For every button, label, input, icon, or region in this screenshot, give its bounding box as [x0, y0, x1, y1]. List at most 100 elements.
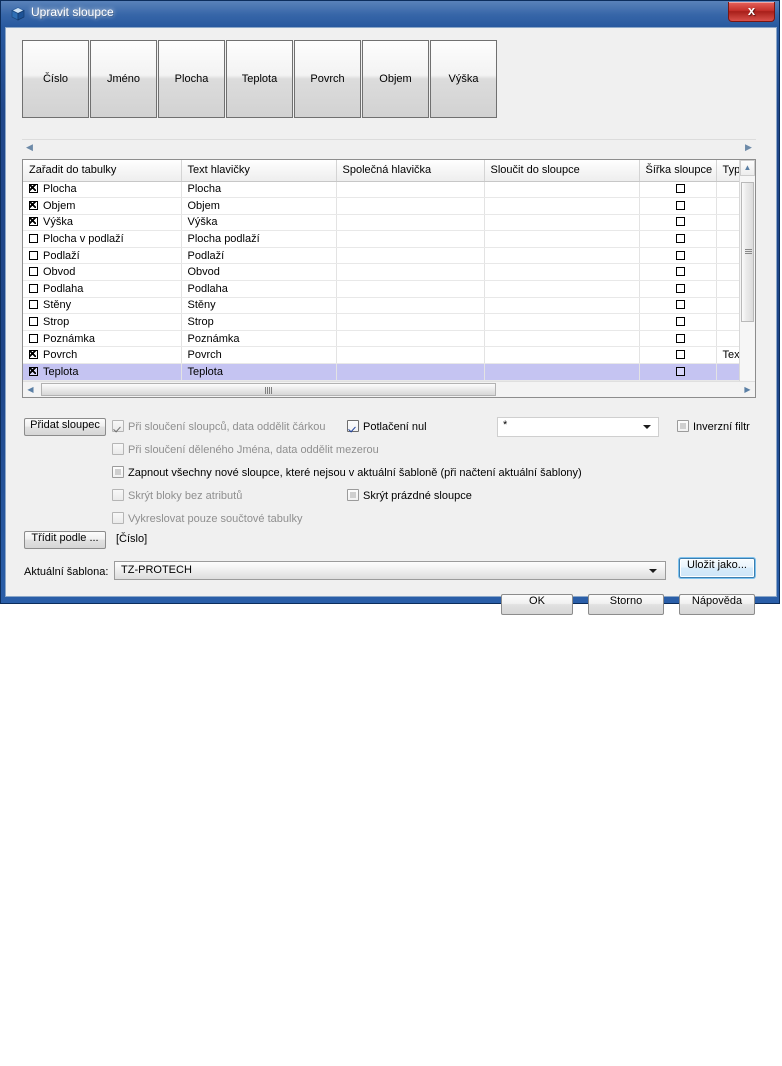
cell-merge-into[interactable]: [484, 181, 640, 199]
scroll-left-icon[interactable]: ◀: [24, 142, 35, 153]
cell-common-header[interactable]: [336, 181, 485, 199]
col-header-merge-into[interactable]: Sloučit do sloupce: [484, 160, 640, 182]
include-checkbox[interactable]: [29, 200, 38, 210]
cell-common-header[interactable]: [336, 330, 485, 348]
cell-merge-into[interactable]: [484, 297, 640, 315]
cell-header-text[interactable]: Stěny: [181, 297, 337, 315]
cell-common-header[interactable]: [336, 230, 485, 248]
cell-common-header[interactable]: [336, 313, 485, 331]
include-checkbox[interactable]: [29, 234, 38, 244]
scroll-right-icon[interactable]: ▶: [743, 142, 754, 153]
cell-include[interactable]: Teplota: [23, 363, 182, 381]
cell-header-text[interactable]: Teplota: [181, 363, 337, 381]
cell-include[interactable]: Podlaha: [23, 280, 182, 298]
cell-merge-into[interactable]: [484, 363, 640, 381]
cell-common-header[interactable]: [336, 297, 485, 315]
title-bar[interactable]: Upravit sloupce x: [1, 1, 779, 27]
option-only-sum-tables[interactable]: Vykreslovat pouze součtové tabulky: [112, 512, 302, 525]
scroll-right-icon[interactable]: ▶: [740, 382, 755, 397]
cell-merge-into[interactable]: [484, 280, 640, 298]
cell-include[interactable]: Objem: [23, 197, 182, 215]
column-width-checkbox[interactable]: [676, 184, 685, 194]
cell-header-text[interactable]: Strop: [181, 313, 337, 331]
scroll-up-icon[interactable]: ▲: [740, 160, 755, 176]
column-width-checkbox[interactable]: [676, 333, 685, 343]
cell-include[interactable]: Plocha: [23, 181, 182, 199]
column-button-cislo[interactable]: Číslo: [22, 40, 89, 118]
table-row[interactable]: Objem Objem: [23, 197, 741, 215]
cell-merge-into[interactable]: [484, 214, 640, 232]
cell-column-width[interactable]: [639, 230, 717, 248]
cell-type[interactable]: [716, 280, 741, 298]
cell-common-header[interactable]: [336, 247, 485, 265]
cell-type[interactable]: [716, 363, 741, 381]
cell-header-text[interactable]: Povrch: [181, 346, 337, 365]
column-width-checkbox[interactable]: [676, 350, 685, 360]
cell-header-text[interactable]: Podlaha: [181, 280, 337, 298]
cell-type[interactable]: [716, 214, 741, 232]
cell-merge-into[interactable]: [484, 313, 640, 331]
cell-include[interactable]: Povrch: [23, 346, 182, 365]
column-bar-scrollbar[interactable]: ◀ ▶: [22, 139, 756, 154]
option-merge-name-space[interactable]: Při sloučení děleného Jména, data odděli…: [112, 443, 379, 456]
column-width-checkbox[interactable]: [676, 200, 685, 210]
option-hide-empty-columns[interactable]: Skrýt prázdné sloupce: [347, 489, 472, 502]
cell-type[interactable]: [716, 181, 741, 199]
cell-header-text[interactable]: Výška: [181, 214, 337, 232]
grid-horizontal-scrollbar[interactable]: ◀ ▶: [23, 381, 755, 397]
table-row[interactable]: Teplota Teplota: [23, 363, 741, 381]
cell-include[interactable]: Poznámka: [23, 330, 182, 348]
cell-column-width[interactable]: [639, 297, 717, 315]
hide-empty-columns-checkbox[interactable]: [347, 489, 359, 501]
cell-merge-into[interactable]: [484, 230, 640, 248]
add-column-button[interactable]: Přidat sloupec: [24, 418, 106, 436]
cell-header-text[interactable]: Obvod: [181, 263, 337, 282]
cell-common-header[interactable]: [336, 280, 485, 298]
cell-column-width[interactable]: [639, 346, 717, 365]
column-button-teplota[interactable]: Teplota: [226, 40, 293, 118]
cell-include[interactable]: Stěny: [23, 297, 182, 315]
cell-header-text[interactable]: Objem: [181, 197, 337, 215]
cell-column-width[interactable]: [639, 263, 717, 282]
cell-type[interactable]: Text: [716, 346, 741, 365]
cell-merge-into[interactable]: [484, 346, 640, 365]
scroll-left-icon[interactable]: ◀: [23, 382, 38, 397]
enable-new-columns-checkbox[interactable]: [112, 466, 124, 478]
filter-combobox[interactable]: *: [497, 417, 659, 437]
column-width-checkbox[interactable]: [676, 283, 685, 293]
merge-comma-checkbox[interactable]: [112, 420, 124, 432]
cell-include[interactable]: Výška: [23, 214, 182, 232]
suppress-zeros-checkbox[interactable]: [347, 420, 359, 432]
cell-type[interactable]: [716, 230, 741, 248]
table-row[interactable]: Poznámka Poznámka: [23, 330, 741, 348]
cell-column-width[interactable]: [639, 247, 717, 265]
col-header-column-width[interactable]: Šířka sloupce: [639, 160, 717, 182]
column-width-checkbox[interactable]: [676, 300, 685, 310]
cell-column-width[interactable]: [639, 363, 717, 381]
table-row[interactable]: Obvod Obvod: [23, 263, 741, 282]
horizontal-scroll-thumb[interactable]: [41, 383, 496, 396]
option-inverse-filter[interactable]: Inverzní filtr: [677, 420, 750, 433]
table-row[interactable]: Výška Výška: [23, 214, 741, 232]
cell-merge-into[interactable]: [484, 330, 640, 348]
hide-blocks-checkbox[interactable]: [112, 489, 124, 501]
cell-type[interactable]: [716, 197, 741, 215]
column-button-plocha[interactable]: Plocha: [158, 40, 225, 118]
cell-header-text[interactable]: Plocha: [181, 181, 337, 199]
include-checkbox[interactable]: [29, 283, 38, 293]
cancel-button[interactable]: Storno: [588, 594, 664, 615]
table-row[interactable]: Podlaha Podlaha: [23, 280, 741, 298]
inverse-filter-checkbox[interactable]: [677, 420, 689, 432]
include-checkbox[interactable]: [29, 333, 38, 343]
cell-common-header[interactable]: [336, 197, 485, 215]
close-button[interactable]: x: [728, 2, 775, 22]
cell-column-width[interactable]: [639, 313, 717, 331]
cell-column-width[interactable]: [639, 181, 717, 199]
column-button-povrch[interactable]: Povrch: [294, 40, 361, 118]
include-checkbox[interactable]: [29, 184, 38, 194]
include-checkbox[interactable]: [29, 250, 38, 260]
chevron-down-icon[interactable]: [643, 425, 651, 429]
cell-header-text[interactable]: Podlaží: [181, 247, 337, 265]
columns-grid[interactable]: Zařadit do tabulky Text hlavičky Společn…: [22, 159, 756, 398]
cell-common-header[interactable]: [336, 214, 485, 232]
